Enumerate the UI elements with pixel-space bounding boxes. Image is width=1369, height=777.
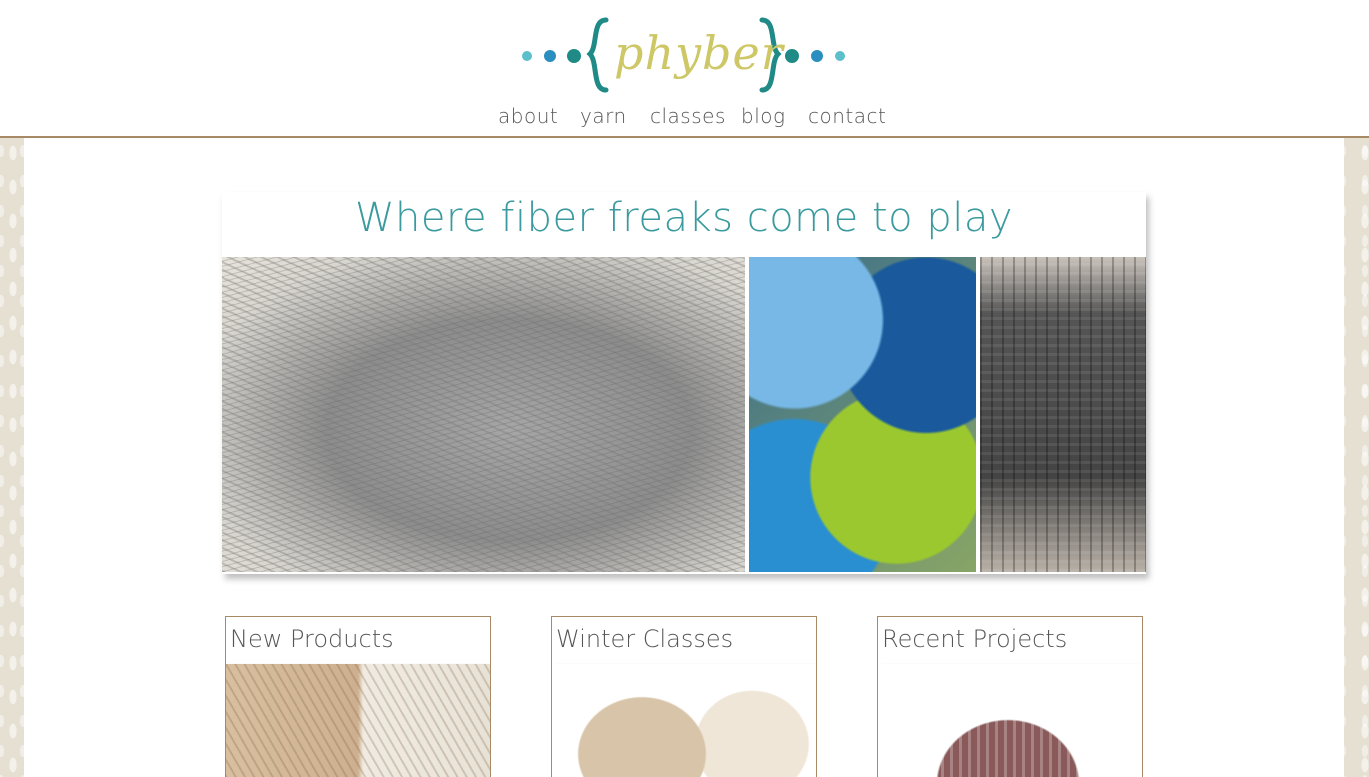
logo-dot — [544, 50, 556, 62]
new-products-photo[interactable] — [226, 664, 490, 777]
left-brace — [586, 17, 609, 93]
nav-blog[interactable]: blog — [741, 104, 786, 128]
main-content: Where fiber freaks come to play New Prod… — [24, 138, 1344, 777]
new-products-card[interactable]: New Products — [225, 616, 491, 777]
nav-classes[interactable]: classes — [650, 104, 726, 128]
site-header: phyber about yarn classes blog contact — [0, 0, 1369, 138]
main-nav: about yarn classes blog contact — [0, 100, 1369, 136]
hero-banner: Where fiber freaks come to play — [222, 192, 1146, 574]
card-title: Winter Classes — [556, 625, 734, 653]
site-logo[interactable]: phyber — [518, 10, 850, 98]
grey-yarn-photo[interactable] — [222, 257, 745, 572]
logo-dot — [811, 50, 823, 62]
winter-classes-card[interactable]: Winter Classes — [551, 616, 817, 777]
logo-dot — [835, 51, 845, 61]
winter-classes-photo[interactable] — [552, 664, 816, 777]
nav-about[interactable]: about — [498, 104, 558, 128]
logo-dot — [567, 49, 581, 63]
recent-projects-card[interactable]: Recent Projects — [877, 616, 1143, 777]
card-title: Recent Projects — [882, 625, 1068, 653]
yarn-balls-photo[interactable] — [749, 257, 976, 572]
page: { "header": { "logo_text": "phyber", "na… — [0, 0, 1369, 777]
logo-wordmark: phyber — [614, 26, 784, 80]
nav-contact[interactable]: contact — [808, 104, 886, 128]
knit-hat-photo[interactable] — [980, 257, 1146, 572]
logo-dot — [785, 49, 799, 63]
logo-dot — [522, 51, 532, 61]
card-title: New Products — [230, 625, 394, 653]
nav-yarn[interactable]: yarn — [580, 104, 627, 128]
hero-title: Where fiber freaks come to play — [354, 195, 1014, 241]
recent-projects-photo[interactable] — [878, 664, 1142, 777]
